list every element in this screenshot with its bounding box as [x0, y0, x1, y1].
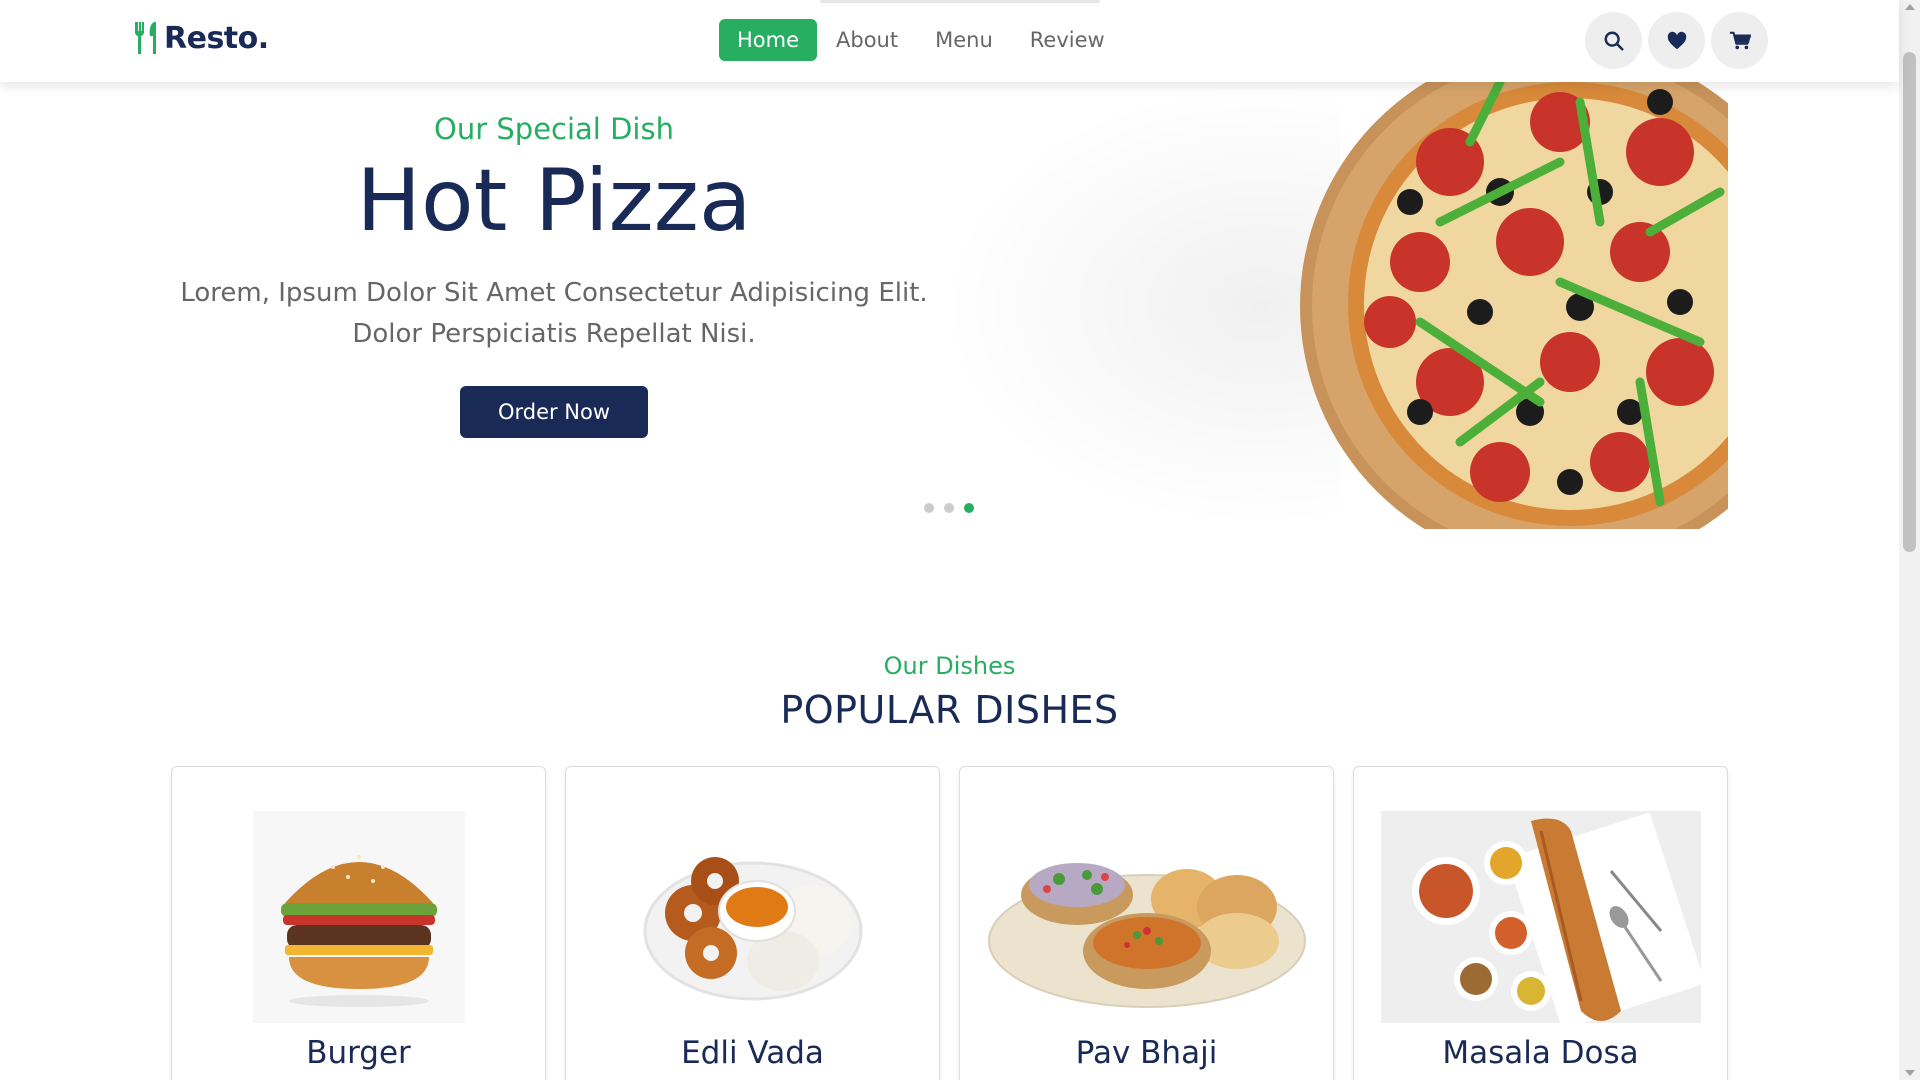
dish-name: Masala Dosa [1442, 1035, 1639, 1071]
dish-card[interactable]: Edli Vada [565, 766, 940, 1080]
slider-dot[interactable] [924, 503, 934, 513]
hero-shadow [940, 82, 1340, 529]
pizza-image [1300, 82, 1728, 529]
dish-card[interactable]: Burger [171, 766, 546, 1080]
dishes-subtitle: Our Dishes [883, 652, 1016, 680]
logo[interactable]: Resto. [132, 20, 269, 56]
header-actions [1585, 12, 1774, 69]
dishes-heading: Our Dishes POPULAR DISHES [0, 652, 1899, 732]
search-icon [1604, 31, 1624, 51]
hero-section: Our Special Dish Hot Pizza Lorem, Ipsum … [0, 82, 1899, 530]
hero-description-line2: Dolor Perspiciatis Repellat Nisi. [352, 318, 756, 349]
main-nav: Home About Menu Review [719, 19, 1124, 61]
cart-button[interactable] [1711, 12, 1768, 69]
scroll-up-icon[interactable] [1905, 4, 1915, 10]
utensils-icon [134, 22, 156, 54]
cart-icon [1729, 31, 1751, 49]
dish-name: Edli Vada [681, 1035, 824, 1071]
hero-content: Our Special Dish Hot Pizza Lorem, Ipsum … [154, 112, 954, 438]
search-button[interactable] [1585, 12, 1642, 69]
slider-dot-active[interactable] [964, 503, 974, 513]
hero-description-line1: Lorem, Ipsum Dolor Sit Amet Consectetur … [180, 277, 928, 308]
nav-review[interactable]: Review [1012, 19, 1123, 61]
dishes-title: POPULAR DISHES [780, 688, 1119, 732]
page-scrollbar[interactable] [1899, 0, 1920, 1080]
dish-name: Pav Bhaji [1075, 1035, 1218, 1071]
order-now-button[interactable]: Order Now [459, 385, 649, 438]
wishlist-button[interactable] [1648, 12, 1705, 69]
pav-bhaji-image [987, 863, 1306, 1008]
top-edge-hint [820, 0, 1100, 3]
heart-icon [1667, 31, 1686, 49]
masala-dosa-image [1380, 811, 1701, 1023]
logo-text: Resto. [164, 20, 269, 56]
dish-name: Burger [306, 1035, 411, 1071]
site-header: Resto. Home About Menu Review [0, 0, 1899, 82]
slider-dots [924, 503, 984, 513]
dish-cards: Burger Edli Vada Pav Bhaji Masala Dosa [171, 766, 1747, 1080]
nav-home[interactable]: Home [719, 19, 818, 61]
slider-dot[interactable] [944, 503, 954, 513]
scroll-down-icon[interactable] [1905, 1070, 1915, 1076]
dish-card[interactable]: Masala Dosa [1353, 766, 1728, 1080]
nav-menu[interactable]: Menu [917, 19, 1011, 61]
hero-subtitle: Our Special Dish [434, 112, 674, 146]
nav-about[interactable]: About [818, 19, 916, 61]
hero-description: Lorem, Ipsum Dolor Sit Amet Consectetur … [154, 273, 954, 355]
hero-title: Hot Pizza [356, 151, 752, 251]
scroll-thumb[interactable] [1903, 52, 1916, 552]
burger-image [252, 811, 465, 1023]
dish-card[interactable]: Pav Bhaji [959, 766, 1334, 1080]
edli-vada-image [643, 857, 862, 1001]
